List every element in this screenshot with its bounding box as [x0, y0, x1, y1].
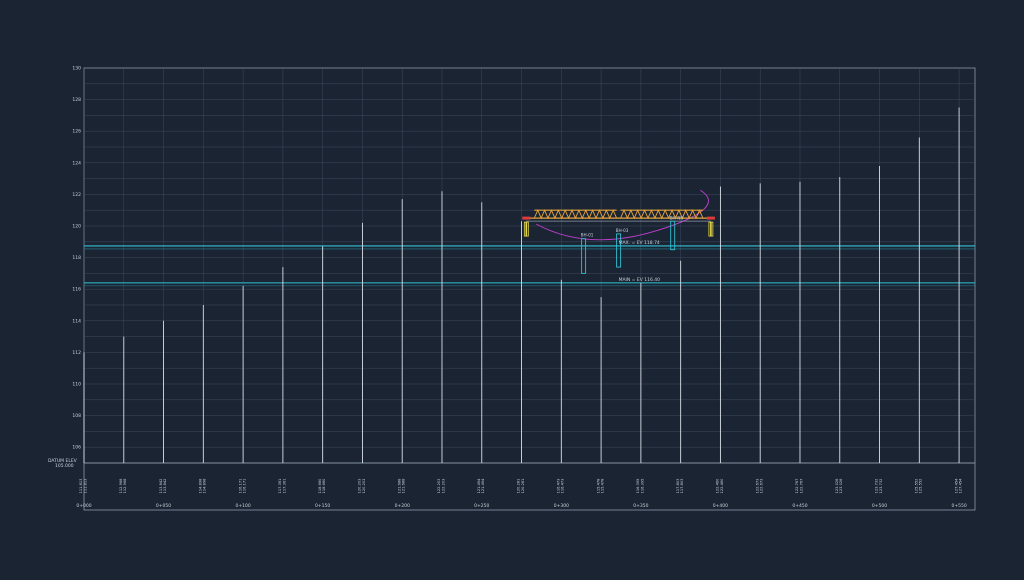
y-tick-label: 110 [72, 382, 81, 388]
chainage-label: 0+000 [76, 503, 91, 509]
y-tick-label: 124 [72, 160, 81, 166]
y-tick-label: 130 [72, 66, 81, 72]
water-level-label: MAIN = EV 116.40 [619, 277, 661, 283]
chainage-label: 0+250 [474, 503, 489, 509]
station-elevation-label: 125.552 [919, 479, 923, 494]
y-tick-label: 118 [72, 255, 81, 261]
station-elevation-label: 113.842 [163, 479, 167, 494]
pier-cap [706, 216, 715, 220]
borehole-label: BH-NU [670, 215, 684, 220]
chainage-label: 0+400 [713, 503, 728, 509]
pier-cap [522, 216, 531, 220]
chainage-label: 0+350 [633, 503, 648, 509]
station-elevation-label: 111.813 [83, 479, 87, 494]
station-elevation-label: 123.732 [879, 479, 883, 494]
y-tick-label: 106 [72, 445, 81, 451]
y-tick-label: 112 [72, 350, 81, 356]
station-elevation-label: 122.460 [720, 478, 724, 494]
station-elevation-label: 116.473 [561, 479, 565, 494]
chainage-label: 0+150 [315, 503, 330, 509]
station-elevation-label: 120.203 [362, 479, 366, 494]
station-elevation-label: 114.898 [203, 478, 207, 494]
station-elevation-label: 120.281 [521, 479, 525, 494]
chainage-label: 0+500 [872, 503, 887, 509]
y-tick-label: 114 [72, 318, 81, 324]
profile-chart: 130 128 126 124 122 120 118 116 114 112 110 108 106 1… [0, 0, 1024, 576]
station-elevation-label: 117.803 [680, 479, 684, 494]
y-tick-label: 122 [72, 192, 81, 198]
chainage-label: 0+550 [951, 503, 966, 509]
profile-drawing: 130 128 126 124 122 120 118 116 114 112 110 108 106 1… [0, 0, 1024, 576]
station-elevation-label: 117.361 [282, 479, 286, 494]
station-elevation-label: 118.660 [322, 478, 326, 494]
station-elevation-label: 116.171 [243, 479, 247, 494]
station-elevation-label: 112.968 [123, 478, 127, 494]
station-elevation-label: 115.478 [600, 478, 604, 494]
chainage-label: 0+200 [395, 503, 410, 509]
chainage-label: 0+100 [235, 503, 250, 509]
station-elevation-label: 122.673 [760, 479, 764, 494]
borehole-label: BH-03 [616, 228, 629, 233]
station-elevation-label: 127.454 [958, 478, 962, 494]
chainage-label: 0+050 [156, 503, 171, 509]
y-tick-label: 108 [72, 413, 81, 419]
borehole-label: BH-01 [581, 233, 594, 238]
chainage-label: 0+450 [792, 503, 807, 509]
y-tick-label: 126 [72, 129, 81, 135]
water-level-label: MAX. = EV 118.74 [619, 240, 660, 246]
station-elevation-label: 121.494 [481, 478, 485, 494]
y-tick-label: 128 [72, 97, 81, 103]
datum-value: 105.000 [55, 463, 74, 469]
y-tick-label: 120 [72, 224, 81, 230]
station-elevation-label: 123.028 [839, 478, 843, 494]
station-elevation-label: 122.767 [799, 479, 803, 494]
chainage-label: 0+300 [554, 503, 569, 509]
station-elevation-label: 121.688 [402, 478, 406, 494]
canvas-background [0, 0, 1024, 576]
station-elevation-label: 122.203 [441, 479, 445, 494]
station-elevation-label: 116.395 [640, 479, 644, 494]
y-tick-label: 116 [72, 287, 81, 293]
